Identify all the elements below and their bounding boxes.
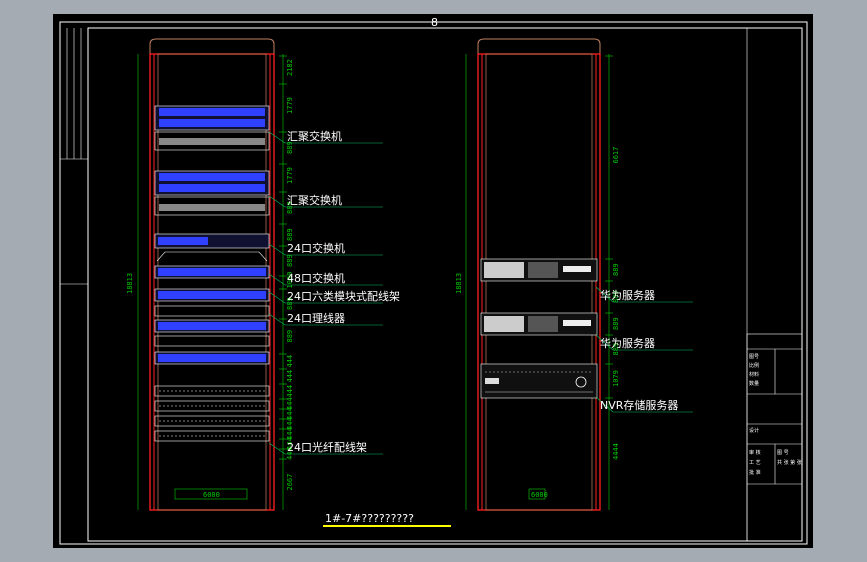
right-cabinet-frame [477,53,601,511]
title-block-extra: 共 张 第 张 [777,459,802,466]
left-dim-label: 889 [286,330,294,343]
left-dim-label: 1779 [286,97,294,114]
left-cabinet: 6000 18813 21821779889177988988988910008… [126,38,294,511]
left-dim-label: 444 [286,355,294,368]
right-bottom-tag: 6000 [531,491,548,499]
patch-panels [154,288,270,365]
switch-48-port [154,265,270,279]
left-dim-label: 444 [286,385,294,398]
nvr-server [480,363,598,399]
left-device-label: 汇聚交换机 [287,193,342,207]
left-device-label: 48口交换机 [287,271,345,285]
title-block-sub: 审 核 [749,449,761,456]
title-block-row: 数量 [749,380,759,387]
cad-drawing: 8 6000 18813 218217798891779889889889100… [59,16,808,545]
title-block-text: 图号比例材料数量设计审 核工 艺批 准 图 号共 张 第 张 [749,354,802,476]
right-height-dim: 18813 [455,273,463,294]
left-dim-label: 2182 [286,59,294,76]
switch-24-port [154,233,270,262]
fiber-panels [154,385,270,442]
right-device-label: 华为服务器 [600,336,655,350]
left-cabinet-top [149,38,275,55]
left-device-label: 24口交换机 [287,241,345,255]
left-dim-label: 2667 [286,474,294,491]
core-switch-1 [154,105,270,151]
top-marker: 8 [431,16,438,29]
title-block-row: 比例 [749,362,759,369]
left-dim-label: 889 [286,254,294,267]
right-cabinet-top [477,38,601,55]
right-dim-label: 6617 [612,147,620,164]
right-cabinet: 6000 18813 661788988988988910794444 [455,38,620,511]
outer-border [59,21,808,545]
left-device-label: 24口六类模块式配线架 [287,289,400,303]
title-block-extra: 图 号 [777,450,789,456]
left-dim-label: 889 [286,228,294,241]
left-device-label: 24口理线器 [287,311,345,325]
right-dim-label: 4444 [612,443,620,460]
left-dim-label: 444 [286,370,294,383]
title-block-section: 设计 [749,427,759,434]
drawing-sheet: 8 6000 18813 2182 1779 889 1779 889 889 … [53,14,813,548]
right-labels: 华为服务器华为服务器NVR存储服务器 [595,286,693,413]
right-dim-label: 889 [612,263,620,276]
left-dim-label: 1779 [286,167,294,184]
huawei-server-2 [480,312,598,336]
title-block-row: 材料 [749,371,759,378]
left-width-dim: 6000 [203,491,220,499]
inner-border [87,27,803,542]
left-margin-table [60,28,88,285]
drawing-caption: 1#-7#????????? [325,512,414,525]
title-block-row: 图号 [749,354,759,360]
right-device-label: NVR存储服务器 [600,398,678,412]
right-device-label: 华为服务器 [600,288,655,302]
left-device-label: 24口光纤配线架 [287,440,367,454]
title-block-sub: 工 艺 [749,460,761,466]
title-block-sub: 批 准 [749,469,761,476]
right-dim-label: 1079 [612,370,620,387]
core-switch-2 [154,170,270,216]
left-device-label: 汇聚交换机 [287,129,342,143]
huawei-server-1 [480,258,598,282]
right-dim-label: 889 [612,317,620,330]
left-height-dim: 18813 [126,273,134,294]
